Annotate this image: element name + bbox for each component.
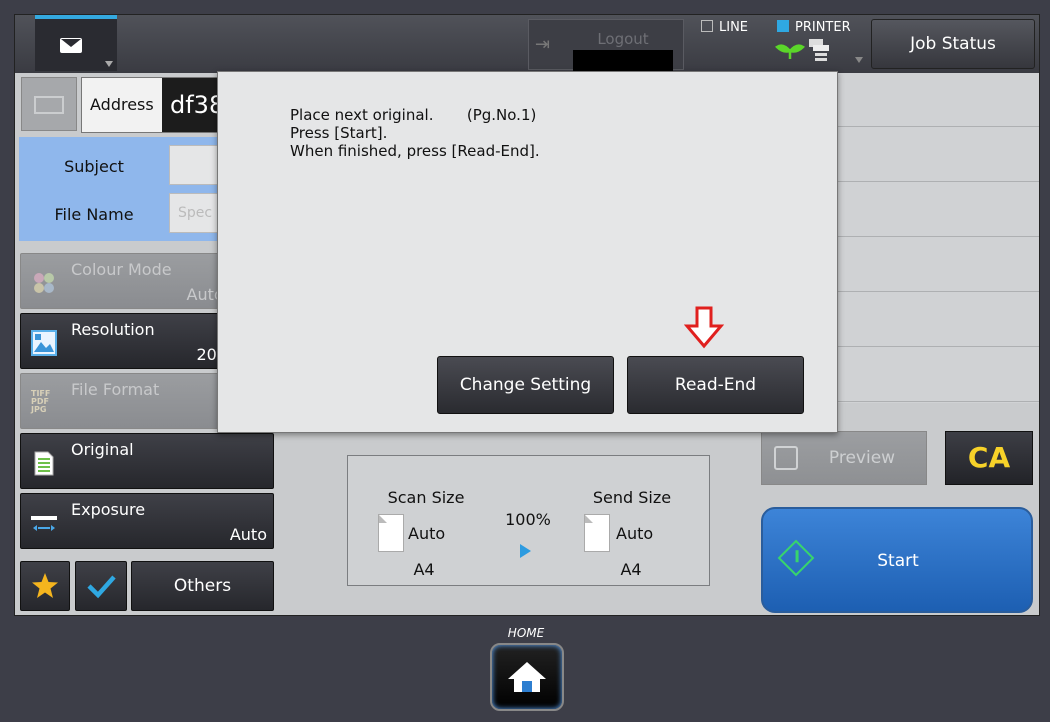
- line-indicator: [701, 20, 713, 32]
- scan-paper-icon: [378, 514, 404, 552]
- exposure-icon: [31, 516, 57, 531]
- clear-all-button[interactable]: CA: [945, 431, 1033, 485]
- file-format-title: File Format: [71, 380, 160, 399]
- address-field[interactable]: Address df38: [81, 77, 222, 133]
- list-row[interactable]: [835, 73, 1039, 127]
- send-paper-icon: [584, 514, 610, 552]
- check-button[interactable]: [75, 561, 127, 611]
- checkmark-icon: [87, 575, 116, 599]
- line-status: LINE: [701, 20, 748, 35]
- exposure-value: Auto: [229, 525, 267, 544]
- list-row[interactable]: [835, 293, 1039, 347]
- home-button[interactable]: [490, 643, 564, 711]
- logout-icon: ⇥: [535, 34, 551, 55]
- preview-icon: [774, 446, 798, 470]
- original-icon: [34, 451, 54, 476]
- logout-button[interactable]: ⇥ Logout: [528, 19, 684, 72]
- file-name-label: File Name: [54, 205, 134, 224]
- next-original-dialog: Place next original. (Pg.No.1) Press [St…: [217, 71, 838, 433]
- home-label: HOME: [507, 626, 545, 640]
- line-label: LINE: [719, 20, 749, 35]
- job-status-button[interactable]: Job Status: [871, 19, 1035, 69]
- exposure-button[interactable]: Exposure Auto: [20, 493, 274, 549]
- printer-indicator: [777, 20, 789, 32]
- file-name-field[interactable]: Spec: [169, 193, 219, 233]
- red-down-arrow-icon: [684, 306, 724, 349]
- printer-label: PRINTER: [795, 20, 851, 35]
- exposure-title: Exposure: [71, 500, 146, 519]
- scan-paper-size: A4: [413, 560, 435, 579]
- destination-list: [835, 73, 1039, 403]
- scale-ratio: 100%: [505, 510, 551, 529]
- dialog-message-line-3: When finished, press [Read-End].: [290, 142, 540, 160]
- address-value: df38: [162, 78, 222, 132]
- star-icon: [32, 573, 58, 598]
- original-title: Original: [71, 440, 134, 459]
- scan-size-label: Scan Size: [387, 488, 465, 507]
- top-bar: ⇥ Logout LINE PRINTER Job Status: [15, 15, 1039, 73]
- user-name-redacted: [573, 50, 673, 72]
- change-setting-button[interactable]: Change Setting: [437, 356, 614, 414]
- scan-size-panel: Scan Size Auto A4 100% Send Size Auto A4: [347, 455, 710, 586]
- touch-screen: ⇥ Logout LINE PRINTER Job Status Address…: [14, 14, 1040, 616]
- eco-leaf-icon: [775, 44, 805, 59]
- list-row[interactable]: [835, 238, 1039, 292]
- send-size-label: Send Size: [592, 488, 672, 507]
- logout-label: Logout: [597, 30, 649, 48]
- status-dropdown-icon[interactable]: [855, 57, 863, 63]
- address-book-icon: [34, 96, 64, 114]
- scan-size-value: Auto: [408, 524, 446, 543]
- list-row[interactable]: [835, 348, 1039, 402]
- others-button[interactable]: Others: [131, 561, 274, 611]
- printer-status: PRINTER: [777, 20, 851, 35]
- resolution-icon: [31, 330, 57, 356]
- colour-mode-title: Colour Mode: [71, 260, 172, 279]
- subject-filename-panel: Subject File Name Spec: [19, 137, 219, 241]
- original-button[interactable]: Original: [20, 433, 274, 489]
- subject-label: Subject: [64, 157, 124, 176]
- dialog-message-line-1: Place next original. (Pg.No.1): [290, 106, 537, 124]
- colour-mode-icon: [34, 273, 54, 293]
- preview-button[interactable]: Preview: [761, 431, 927, 485]
- start-button[interactable]: Start: [761, 507, 1033, 613]
- send-size-value: Auto: [616, 524, 654, 543]
- preview-label: Preview: [828, 448, 896, 468]
- file-format-icon: TIFF PDF JPG: [31, 389, 51, 414]
- printer-queue-icon: [809, 39, 829, 61]
- home-icon: [508, 662, 546, 692]
- mode-selector-tab[interactable]: [35, 15, 117, 71]
- subject-field[interactable]: [169, 145, 219, 185]
- resolution-title: Resolution: [71, 320, 155, 339]
- dialog-message-line-2: Press [Start].: [290, 124, 388, 142]
- send-paper-size: A4: [620, 560, 642, 579]
- start-label: Start: [877, 551, 919, 571]
- address-label: Address: [90, 95, 154, 114]
- envelope-icon: [60, 38, 82, 53]
- read-end-button[interactable]: Read-End: [627, 356, 804, 414]
- address-book-button[interactable]: [21, 77, 77, 131]
- arrow-right-icon: [520, 544, 531, 558]
- list-row[interactable]: [835, 183, 1039, 237]
- list-row[interactable]: [835, 128, 1039, 182]
- chevron-down-icon: [105, 61, 113, 67]
- favorite-button[interactable]: [20, 561, 70, 611]
